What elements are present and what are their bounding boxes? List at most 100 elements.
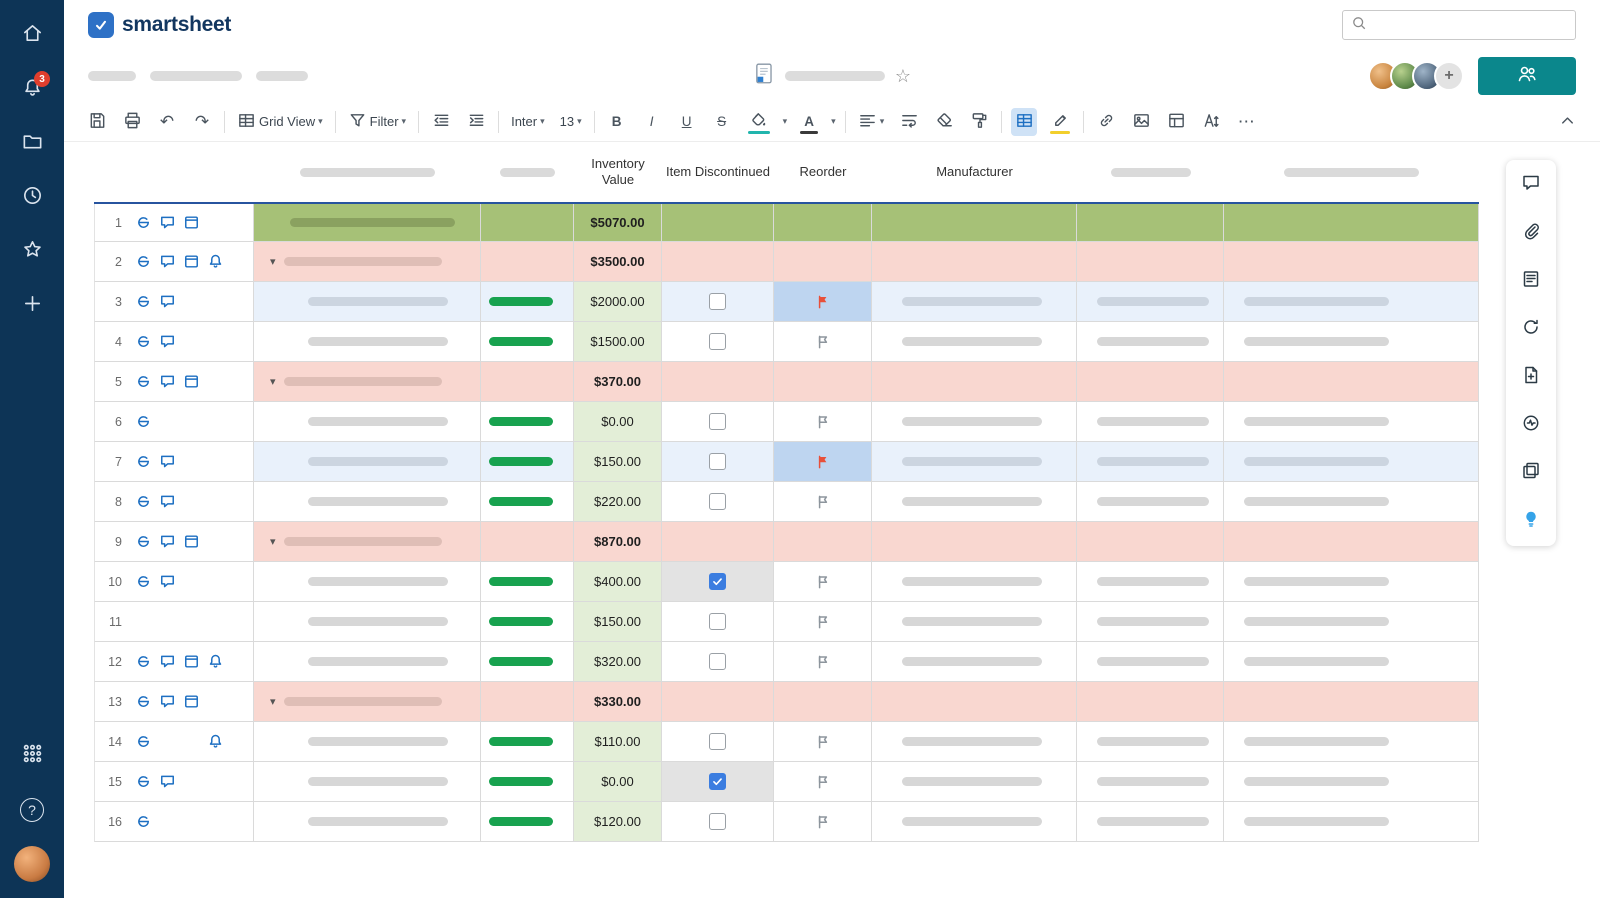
strikethrough-button[interactable]: S xyxy=(709,108,735,136)
extra-column-cell[interactable] xyxy=(1077,362,1224,402)
manufacturer-cell[interactable] xyxy=(872,562,1077,602)
manufacturer-cell[interactable] xyxy=(872,522,1077,562)
font-scale-button[interactable] xyxy=(1198,108,1224,136)
item-discontinued-cell[interactable] xyxy=(662,322,774,362)
flag-outline-icon[interactable] xyxy=(815,814,831,830)
item-discontinued-cell[interactable] xyxy=(662,242,774,282)
item-discontinued-cell[interactable] xyxy=(662,722,774,762)
column-header-manufacturer[interactable]: Manufacturer xyxy=(872,164,1077,180)
extra-column-cell[interactable] xyxy=(1077,562,1224,602)
discontinued-checkbox[interactable] xyxy=(709,333,726,350)
attachment-icon[interactable] xyxy=(135,453,152,470)
comment-icon[interactable] xyxy=(159,214,176,231)
manufacturer-cell[interactable] xyxy=(872,362,1077,402)
status-cell[interactable] xyxy=(481,762,574,802)
inventory-value-cell[interactable]: $150.00 xyxy=(574,442,662,482)
item-discontinued-cell[interactable] xyxy=(662,482,774,522)
row-header[interactable]: 9 xyxy=(94,522,254,562)
primary-cell[interactable] xyxy=(254,602,481,642)
extra-column-cell[interactable] xyxy=(1224,802,1479,842)
undo-button[interactable]: ↶ xyxy=(154,108,180,136)
discontinued-checkbox[interactable] xyxy=(709,453,726,470)
primary-cell[interactable]: ▾ xyxy=(254,242,481,282)
proof-icon[interactable] xyxy=(183,214,200,231)
item-discontinued-cell[interactable] xyxy=(662,402,774,442)
reorder-cell[interactable] xyxy=(774,362,872,402)
attachment-icon[interactable] xyxy=(135,693,152,710)
status-cell[interactable] xyxy=(481,562,574,602)
row-header[interactable]: 11 xyxy=(94,602,254,642)
bell-icon[interactable] xyxy=(207,653,224,670)
reorder-cell[interactable] xyxy=(774,522,872,562)
reorder-cell[interactable] xyxy=(774,482,872,522)
column-header-reorder[interactable]: Reorder xyxy=(774,164,872,180)
extra-column-cell[interactable] xyxy=(1224,762,1479,802)
redo-button[interactable]: ↷ xyxy=(189,108,215,136)
manufacturer-cell[interactable] xyxy=(872,242,1077,282)
reorder-cell[interactable] xyxy=(774,602,872,642)
collaborator-avatars[interactable]: + xyxy=(1368,61,1464,91)
save-button[interactable] xyxy=(84,108,110,136)
reorder-cell[interactable] xyxy=(774,402,872,442)
status-cell[interactable] xyxy=(481,522,574,562)
primary-cell[interactable]: ▾ xyxy=(254,682,481,722)
manufacturer-cell[interactable] xyxy=(872,322,1077,362)
notifications-button[interactable]: 3 xyxy=(12,70,52,110)
row-header[interactable]: 6 xyxy=(94,402,254,442)
status-cell[interactable] xyxy=(481,204,574,242)
activity-log-button[interactable] xyxy=(1520,414,1542,436)
format-painter-button[interactable] xyxy=(966,108,992,136)
extra-column-cell[interactable] xyxy=(1224,562,1479,602)
inventory-value-cell[interactable]: $330.00 xyxy=(574,682,662,722)
reorder-cell[interactable] xyxy=(774,722,872,762)
inventory-value-cell[interactable]: $870.00 xyxy=(574,522,662,562)
extra-column-cell[interactable] xyxy=(1077,204,1224,242)
discontinued-checkbox[interactable] xyxy=(709,493,726,510)
proof-icon[interactable] xyxy=(183,693,200,710)
extra-column-cell[interactable] xyxy=(1224,204,1479,242)
item-discontinued-cell[interactable] xyxy=(662,682,774,722)
global-search[interactable] xyxy=(1342,10,1576,40)
primary-cell[interactable]: ▾ xyxy=(254,362,481,402)
item-discontinued-cell[interactable] xyxy=(662,522,774,562)
extra-column-cell[interactable] xyxy=(1224,282,1479,322)
manufacturer-cell[interactable] xyxy=(872,762,1077,802)
inventory-value-cell[interactable]: $320.00 xyxy=(574,642,662,682)
home-button[interactable] xyxy=(12,16,52,56)
status-cell[interactable] xyxy=(481,602,574,642)
manufacturer-cell[interactable] xyxy=(872,682,1077,722)
extra-column-cell[interactable] xyxy=(1224,522,1479,562)
breadcrumb[interactable] xyxy=(88,71,308,81)
collapse-row-icon[interactable]: ▾ xyxy=(270,535,276,548)
row-header[interactable]: 14 xyxy=(94,722,254,762)
status-cell[interactable] xyxy=(481,442,574,482)
extra-column-cell[interactable] xyxy=(1224,682,1479,722)
status-cell[interactable] xyxy=(481,282,574,322)
align-button[interactable]: ▾ xyxy=(855,108,888,136)
extra-column-cell[interactable] xyxy=(1077,322,1224,362)
comment-icon[interactable] xyxy=(159,693,176,710)
extra-column-cell[interactable] xyxy=(1077,602,1224,642)
underline-button[interactable]: U xyxy=(674,108,700,136)
view-switcher[interactable]: Grid View ▾ xyxy=(234,108,326,136)
flag-outline-icon[interactable] xyxy=(815,334,831,350)
favorite-star-icon[interactable]: ☆ xyxy=(895,66,911,87)
item-discontinued-cell[interactable] xyxy=(662,204,774,242)
clear-format-button[interactable] xyxy=(931,108,957,136)
comment-icon[interactable] xyxy=(159,253,176,270)
font-size-select[interactable]: 13 ▾ xyxy=(557,108,585,136)
attachment-icon[interactable] xyxy=(135,533,152,550)
extra-column-cell[interactable] xyxy=(1077,402,1224,442)
item-discontinued-cell[interactable] xyxy=(662,442,774,482)
extra-column-cell[interactable] xyxy=(1077,522,1224,562)
card-layout-button[interactable] xyxy=(1163,108,1189,136)
bold-button[interactable]: B xyxy=(604,108,630,136)
inventory-value-cell[interactable]: $370.00 xyxy=(574,362,662,402)
primary-cell[interactable] xyxy=(254,204,481,242)
browse-button[interactable] xyxy=(12,124,52,164)
comment-icon[interactable] xyxy=(159,293,176,310)
flag-outline-icon[interactable] xyxy=(815,574,831,590)
column-header-item-discontinued[interactable]: Item Discontinued xyxy=(662,164,774,180)
row-header[interactable]: 10 xyxy=(94,562,254,602)
discontinued-checkbox[interactable] xyxy=(709,413,726,430)
